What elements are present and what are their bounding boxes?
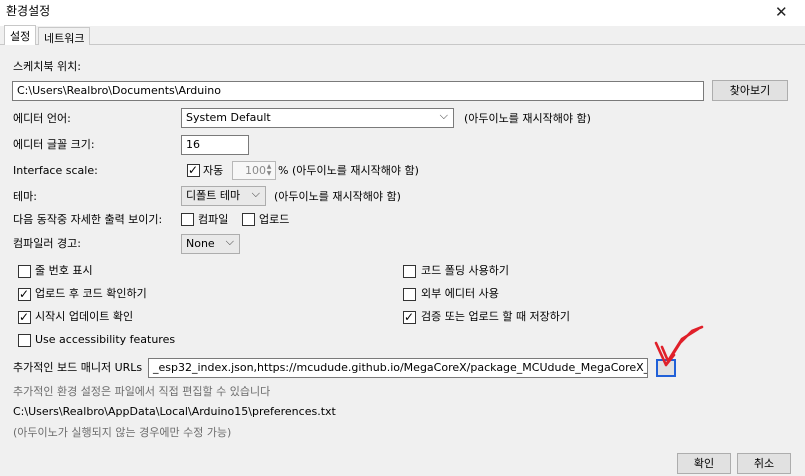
verbose-compile-checkbox[interactable] (181, 213, 194, 226)
editor-language-value: System Default (186, 111, 271, 124)
accessibility-checkbox[interactable] (18, 334, 31, 347)
settings-panel: 스케치북 위치: C:\Users\Realbro\Documents\Ardu… (0, 45, 805, 445)
chevron-down-icon: ⌵ (225, 235, 234, 248)
preferences-path: C:\Users\Realbro\AppData\Local\Arduino15… (13, 405, 336, 418)
external-editor-checkbox[interactable] (403, 288, 416, 301)
accessibility-label: Use accessibility features (35, 333, 176, 346)
font-size-input[interactable]: 16 (181, 135, 249, 155)
compiler-warnings-label: 컴파일러 경고: (13, 237, 81, 250)
board-urls-input[interactable]: _esp32_index.json,https://mcudude.github… (148, 358, 648, 378)
red-checkmark-annotation-icon (654, 325, 704, 367)
verbose-output-label: 다음 동작중 자세한 출력 보이기: (13, 213, 163, 226)
interface-scale-auto-checkbox[interactable] (187, 162, 200, 178)
title-bar: 환경설정 ✕ (0, 0, 805, 26)
check-updates-label: 시작시 업데이트 확인 (35, 310, 134, 323)
theme-select[interactable]: 디폴트 테마 ⌵ (181, 186, 266, 206)
save-on-verify-label: 검증 또는 업로드 할 때 저장하기 (421, 310, 571, 323)
compiler-warnings-select[interactable]: None ⌵ (181, 234, 240, 254)
editor-language-note: (아두이노를 재시작해야 함) (464, 112, 591, 125)
verbose-upload-label: 업로드 (259, 213, 290, 226)
info-more-prefs: 추가적인 환경 설정은 파일에서 직접 편집할 수 있습니다 (13, 385, 271, 398)
tab-settings[interactable]: 설정 (4, 25, 37, 46)
verify-after-upload-label: 업로드 후 코드 확인하기 (35, 287, 147, 300)
interface-scale-value: 100 (245, 164, 266, 177)
verbose-upload-checkbox[interactable] (242, 213, 255, 226)
interface-scale-note: (아두이노를 재시작해야 함) (292, 164, 419, 177)
chevron-down-icon: ⌵ (439, 109, 448, 122)
save-on-verify-checkbox[interactable] (403, 309, 416, 325)
close-icon[interactable]: ✕ (775, 3, 788, 21)
info-edit-note: (아두이노가 실행되지 않는 경우에만 수정 가능) (13, 426, 232, 439)
cancel-button[interactable]: 취소 (737, 453, 791, 474)
compiler-warnings-value: None (186, 237, 215, 250)
board-urls-label: 추가적인 보드 매니저 URLs (13, 361, 143, 374)
editor-language-label: 에디터 언어: (13, 112, 71, 125)
theme-value: 디폴트 테마 (186, 189, 241, 202)
interface-scale-label: Interface scale: (13, 164, 98, 177)
browse-button[interactable]: 찾아보기 (712, 80, 788, 101)
interface-scale-auto-label: 자동 (203, 164, 224, 177)
external-editor-label: 외부 에디터 사용 (421, 287, 499, 300)
window-title: 환경설정 (6, 4, 51, 18)
sketchbook-label: 스케치북 위치: (13, 60, 81, 73)
ok-button[interactable]: 확인 (677, 453, 731, 474)
sketchbook-path-input[interactable]: C:\Users\Realbro\Documents\Arduino (12, 81, 704, 101)
interface-scale-unit: % (278, 164, 289, 177)
font-size-label: 에디터 글꼴 크기: (13, 138, 95, 151)
check-updates-checkbox[interactable] (18, 309, 31, 325)
interface-scale-spinner[interactable]: 100 ▲ ▼ (232, 161, 276, 180)
chevron-down-icon: ⌵ (251, 187, 260, 200)
verbose-compile-label: 컴파일 (198, 213, 229, 226)
spinner-arrows-icon[interactable]: ▲ ▼ (264, 163, 274, 178)
code-folding-label: 코드 폴딩 사용하기 (421, 264, 509, 277)
show-line-numbers-checkbox[interactable] (18, 265, 31, 278)
code-folding-checkbox[interactable] (403, 265, 416, 278)
editor-language-select[interactable]: System Default ⌵ (181, 108, 454, 128)
tab-network[interactable]: 네트워크 (38, 27, 91, 45)
show-line-numbers-label: 줄 번호 표시 (35, 264, 93, 277)
verify-after-upload-checkbox[interactable] (18, 286, 31, 302)
theme-note: (아두이노를 재시작해야 함) (274, 190, 401, 203)
theme-label: 테마: (13, 190, 37, 203)
dialog-footer: 확인 취소 (0, 445, 805, 476)
tab-bar: 설정 네트워크 (0, 25, 805, 46)
